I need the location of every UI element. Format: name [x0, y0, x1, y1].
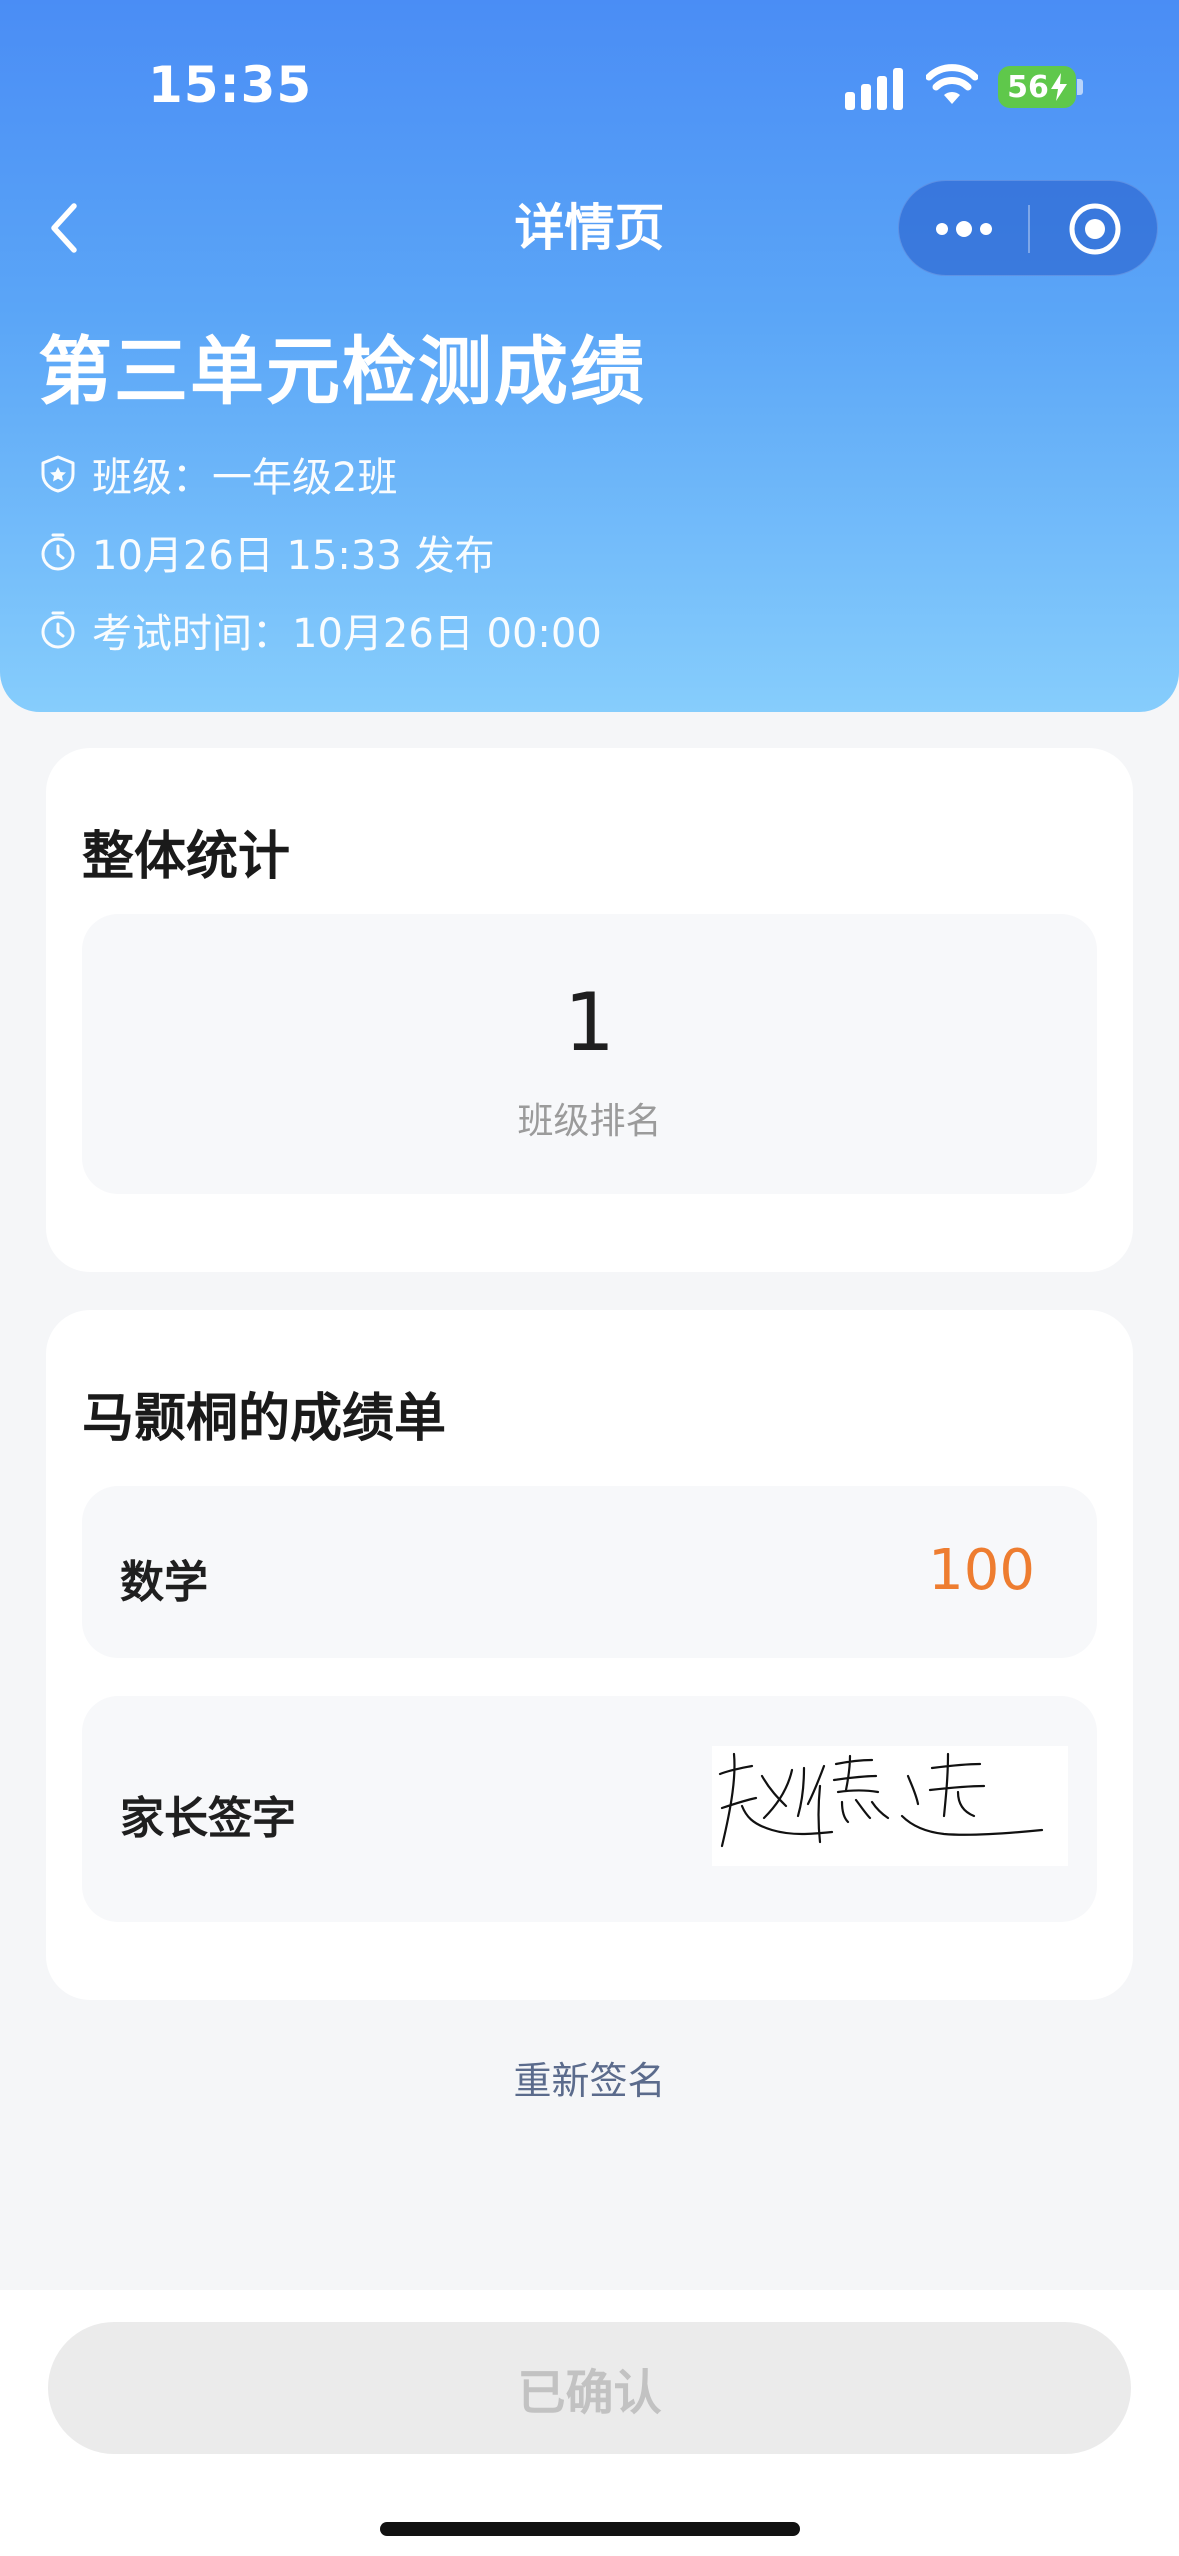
subject-score-row: 数学 100 — [82, 1486, 1097, 1658]
class-info: 班级：一年级2班 — [92, 455, 398, 501]
overall-stats-title: 整体统计 — [82, 827, 291, 887]
exam-time-row: 考试时间：10月26日 00:00 — [38, 602, 602, 658]
header-banner: 15:35 56 详情页 第三单元检测成绩 班级：一年级2班 10月26日 15… — [0, 0, 1179, 712]
shield-icon — [41, 455, 75, 493]
report-title: 马颢桐的成绩单 — [82, 1389, 447, 1449]
more-dots-icon — [936, 221, 992, 237]
status-bar: 15:35 56 — [0, 0, 1179, 175]
publish-info-row: 10月26日 15:33 发布 — [38, 524, 495, 580]
home-indicator — [380, 2522, 800, 2536]
footer-bar: 已确认 — [0, 2290, 1179, 2556]
parent-signature-row: 家长签字 — [82, 1696, 1097, 1922]
mini-program-capsule — [898, 180, 1158, 276]
battery-level: 56 — [1007, 69, 1049, 105]
class-rank-value: 1 — [564, 976, 615, 1069]
wifi-icon — [926, 64, 978, 104]
class-info-row: 班级：一年级2班 — [38, 446, 397, 502]
signature-label: 家长签字 — [120, 1793, 296, 1844]
publish-info: 10月26日 15:33 发布 — [92, 533, 495, 579]
more-button[interactable] — [899, 181, 1029, 277]
signal-icon — [845, 68, 903, 110]
confirmed-button[interactable]: 已确认 — [48, 2322, 1131, 2454]
clock-icon — [41, 611, 75, 649]
subject-label: 数学 — [120, 1557, 208, 1608]
battery-cap — [1077, 79, 1083, 95]
class-rank-box: 1 班级排名 — [82, 914, 1097, 1194]
class-rank-label: 班级排名 — [517, 1101, 662, 1142]
status-time: 15:35 — [148, 56, 313, 114]
close-target-icon — [1069, 203, 1120, 255]
exam-time: 考试时间：10月26日 00:00 — [92, 611, 602, 657]
battery-indicator: 56 — [998, 66, 1076, 108]
report-card: 马颢桐的成绩单 数学 100 家长签字 — [46, 1310, 1133, 2000]
subject-score: 100 — [928, 1538, 1035, 1603]
close-button[interactable] — [1030, 181, 1159, 277]
resign-link[interactable]: 重新签名 — [0, 2050, 1179, 2105]
charging-bolt-icon — [1050, 73, 1067, 101]
signature-image — [712, 1746, 1068, 1866]
overall-stats-card: 整体统计 1 班级排名 — [46, 748, 1133, 1272]
clock-icon — [41, 533, 75, 571]
handwritten-signature — [718, 1752, 1044, 1848]
page-title: 第三单元检测成绩 — [38, 329, 646, 415]
